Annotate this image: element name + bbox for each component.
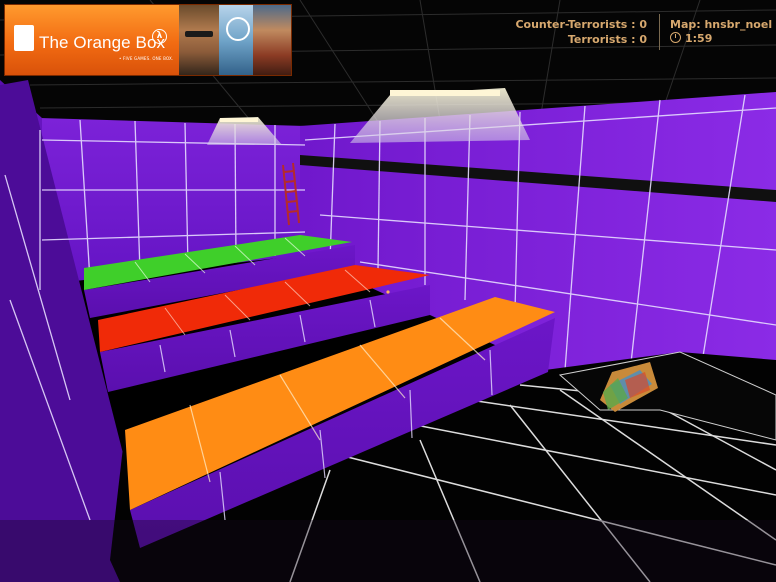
t-score: Terrorists : 0 (567, 33, 647, 46)
timer-value: 1:59 (685, 32, 713, 45)
crosshair (386, 290, 390, 294)
gordon-freeman-portrait (179, 5, 219, 75)
banner-title: The Orange Box (39, 33, 166, 52)
half-life-lambda-icon: λ (152, 29, 167, 44)
banner-tagline: • FIVE GAMES. ONE BOX. (119, 56, 174, 61)
round-timer: 1:59 (670, 32, 712, 45)
team-scores: Counter-Terrorists : 0 Terrorists : 0 (507, 17, 647, 47)
portal-portrait (219, 5, 253, 75)
timer-icon (670, 32, 681, 43)
hud-divider (659, 14, 660, 50)
ct-score: Counter-Terrorists : 0 (515, 18, 647, 31)
orange-box-banner: The Orange Box λ • FIVE GAMES. ONE BOX. (4, 4, 292, 76)
map-name: Map: hnsbr_noel (670, 18, 773, 31)
game-scene (0, 0, 776, 582)
tf2-heavy-portrait (253, 5, 291, 75)
orange-box-logo-icon (14, 25, 34, 51)
bottom-hud-bar (0, 520, 776, 582)
